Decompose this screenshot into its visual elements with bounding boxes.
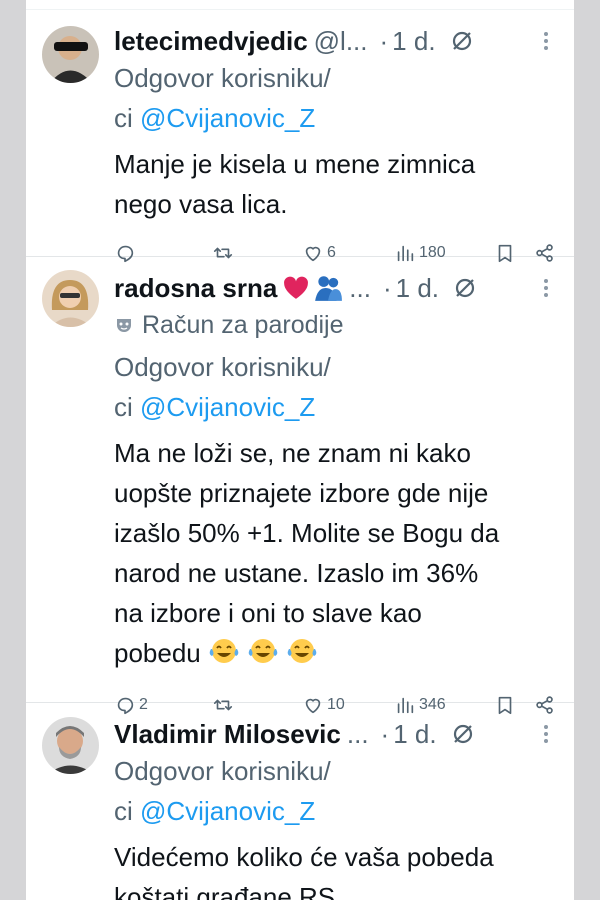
heart-emoji (282, 274, 310, 302)
timestamp[interactable]: 1 d. (392, 22, 435, 60)
tweet[interactable]: radosna srna ... · 1 d. Račun za parodij… (26, 257, 574, 715)
more-icon[interactable] (534, 722, 558, 746)
separator-dot: · (379, 26, 389, 56)
reply-label: Odgovor korisniku/ (114, 756, 331, 786)
reply-label: Odgovor korisniku/ (114, 352, 331, 382)
tweet-text-line: na izbore i oni to slave kao (114, 598, 422, 628)
grok-icon[interactable] (451, 722, 475, 746)
grok-icon[interactable] (453, 276, 477, 300)
tweet-text-line: Ma ne loži se, ne znam ni kako (114, 438, 471, 468)
reply-context: Odgovor korisniku/ (114, 751, 558, 791)
display-name[interactable]: letecimedvjedic (114, 22, 308, 60)
tweet-text-line-with-emoji: pobedu (114, 633, 558, 676)
timestamp[interactable]: 1 d. (393, 715, 436, 753)
mention-link[interactable]: @Cvijanovic_Z (140, 103, 315, 133)
reply-context-target: ci @Cvijanovic_Z (114, 791, 558, 831)
tweet[interactable]: Vladimir Milosevic ... · 1 d. Odgovor ko… (26, 703, 574, 900)
tears-of-joy-emoji (208, 636, 318, 676)
tweet-text: Manje je kisela u mene zimnica nego vasa… (114, 144, 558, 224)
parody-mask-icon (114, 315, 134, 335)
reply-context-target: ci @Cvijanovic_Z (114, 98, 558, 138)
avatar[interactable] (42, 26, 99, 83)
parody-account-label: Račun za parodije (114, 307, 558, 343)
tweet-text-line: uopšte priznajete izbore gde nije (114, 478, 489, 508)
tweet-text-line: izašlo 50% +1. Molite se Bogu da (114, 518, 500, 548)
tweet-text-line: narod ne ustane. Izaslo im 36% (114, 558, 479, 588)
avatar[interactable] (42, 270, 99, 327)
avatar[interactable] (42, 717, 99, 774)
tweet-text-line: Videćemo koliko će vaša pobeda (114, 842, 494, 872)
reply-context-target: ci @Cvijanovic_Z (114, 387, 558, 427)
name-ellipsis: ... (346, 719, 369, 749)
tweet-text: Ma ne loži se, ne znam ni kako uopšte pr… (114, 433, 558, 676)
parody-text: Račun za parodije (142, 311, 344, 339)
timestamp[interactable]: 1 d. (396, 269, 439, 307)
more-icon[interactable] (534, 276, 558, 300)
tweet-text-line: pobedu (114, 638, 201, 668)
reply-feed: letecimedvjedic @l... · 1 d. Odgovor kor… (26, 0, 574, 900)
separator-dot: · (382, 273, 392, 303)
user-handle[interactable]: @l... (314, 22, 368, 60)
mention-link[interactable]: @Cvijanovic_Z (140, 392, 315, 422)
grok-icon[interactable] (450, 29, 474, 53)
display-name[interactable]: radosna srna (114, 269, 277, 307)
right-margin (574, 0, 600, 900)
reply-prefix: ci (114, 103, 140, 133)
tweet[interactable]: letecimedvjedic @l... · 1 d. Odgovor kor… (26, 10, 574, 263)
tweet-text-line: Manje je kisela u mene zimnica (114, 149, 476, 179)
reply-context: Odgovor korisniku/ (114, 347, 558, 387)
people-hugging-emoji (313, 273, 343, 303)
reply-prefix: ci (114, 796, 140, 826)
mention-link[interactable]: @Cvijanovic_Z (140, 796, 315, 826)
name-ellipsis: ... (349, 273, 371, 303)
left-margin (0, 0, 26, 900)
display-name[interactable]: Vladimir Milosevic (114, 715, 341, 753)
reply-label: Odgovor korisniku/ (114, 63, 331, 93)
reply-context: Odgovor korisniku/ (114, 58, 558, 98)
tweet-text-line: nego vasa lica. (114, 189, 288, 219)
tweet-text-line: koštati građane RS . (114, 882, 350, 900)
tweet-text: Videćemo koliko će vaša pobeda koštati g… (114, 837, 558, 900)
more-icon[interactable] (534, 29, 558, 53)
separator-dot: · (380, 719, 390, 749)
previous-tweet-edge (26, 0, 574, 10)
reply-prefix: ci (114, 392, 140, 422)
